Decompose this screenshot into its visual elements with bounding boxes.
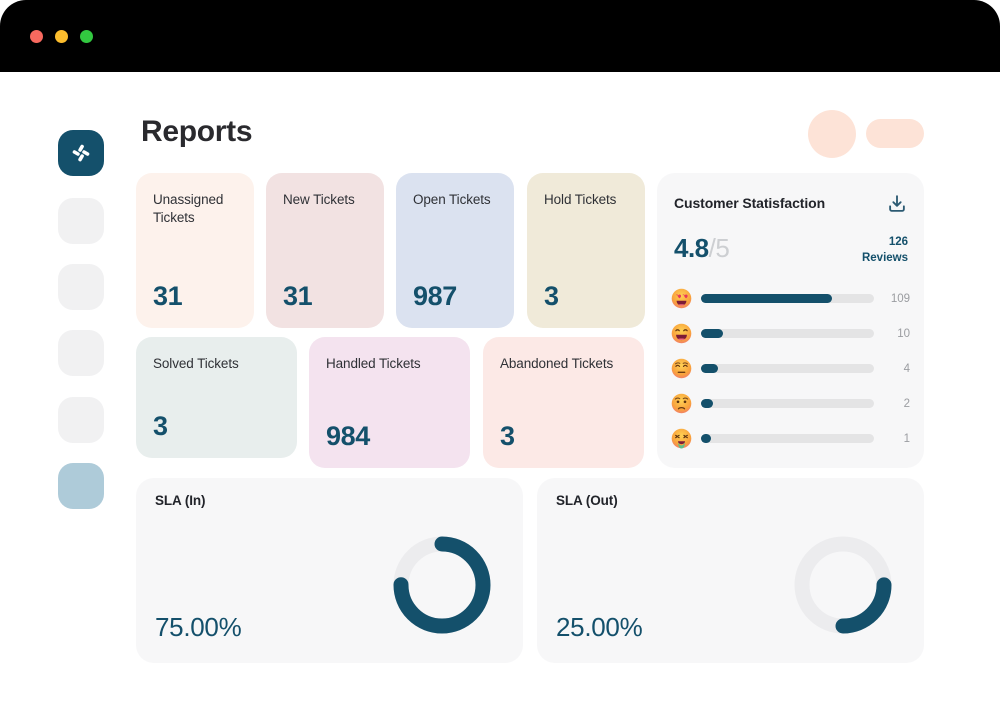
rating-bar-track — [701, 364, 874, 373]
score-denominator: /5 — [708, 233, 730, 263]
window-titlebar — [0, 0, 1000, 72]
rating-bar-track — [701, 434, 874, 443]
stat-card-label: Hold Tickets — [544, 192, 617, 207]
customer-satisfaction-panel: Customer Statisfaction 4.8/5 126 Reviews… — [657, 173, 924, 468]
sla-value: 25.00% — [556, 612, 643, 642]
download-icon[interactable] — [886, 193, 908, 215]
rating-bar-fill — [701, 364, 719, 373]
rating-bar-fill — [701, 294, 833, 303]
sidebar-item-2[interactable] — [58, 264, 104, 310]
minimize-window-button[interactable] — [55, 30, 68, 43]
stat-card-value: 984 — [326, 421, 370, 451]
sidebar-item-1[interactable] — [58, 198, 104, 244]
sidebar-item-3[interactable] — [58, 330, 104, 376]
worried-emoji — [671, 393, 692, 414]
app-window: Reports Unassigned Tickets 31 New Tickets 3… — [0, 0, 1000, 719]
rating-count: 2 — [903, 397, 910, 410]
reviews-label: Reviews — [861, 251, 908, 264]
sla-panel: SLA (In) 75.00% — [136, 478, 523, 663]
stat-card-value: 31 — [153, 281, 183, 311]
grinning-emoji — [671, 323, 692, 344]
stat-card[interactable]: Abandoned Tickets 3 — [483, 337, 644, 468]
sla-title: SLA (Out) — [556, 493, 618, 508]
reviews-count: 126 — [888, 236, 908, 248]
maximize-window-button[interactable] — [80, 30, 93, 43]
stat-card-value: 987 — [413, 281, 457, 311]
sidebar — [0, 72, 128, 719]
rating-bar-fill — [701, 329, 724, 338]
stat-card-label: Open Tickets — [413, 192, 491, 207]
avatar[interactable] — [808, 110, 856, 158]
sla-donut-chart — [794, 536, 892, 634]
app-logo-icon — [72, 144, 90, 162]
vomiting-emoji — [671, 428, 692, 449]
stat-card-label: Abandoned Tickets — [500, 356, 614, 371]
sidebar-item-5-active[interactable] — [58, 463, 104, 509]
stat-card-label: Unassigned Tickets — [153, 192, 224, 226]
stat-card-label: New Tickets — [283, 192, 355, 207]
rating-bar-track — [701, 294, 874, 303]
stat-card[interactable]: Unassigned Tickets 31 — [136, 173, 254, 328]
stat-card-value: 3 — [500, 421, 515, 451]
stat-card[interactable]: Hold Tickets 3 — [527, 173, 645, 328]
sla-panel: SLA (Out) 25.00% — [537, 478, 924, 663]
satisfaction-score: 4.8/5 — [674, 233, 730, 264]
pensive-emoji — [671, 358, 692, 379]
stat-card-value: 31 — [283, 281, 313, 311]
rating-bar-track — [701, 399, 874, 408]
stat-card-label: Handled Tickets — [326, 356, 421, 371]
rating-count: 109 — [890, 292, 910, 305]
rating-count: 4 — [903, 362, 910, 375]
stat-card-value: 3 — [544, 281, 559, 311]
rating-row: 109 — [671, 281, 910, 316]
stat-card-value: 3 — [153, 411, 168, 441]
page-title: Reports — [141, 115, 253, 148]
heart-eyes-emoji — [671, 288, 692, 309]
rating-breakdown-list: 109 10 4 2 1 — [671, 281, 910, 456]
rating-bar-track — [701, 329, 874, 338]
rating-bar-fill — [701, 434, 712, 443]
sla-title: SLA (In) — [155, 493, 206, 508]
stat-card-label: Solved Tickets — [153, 356, 239, 371]
rating-row: 2 — [671, 386, 910, 421]
sidebar-logo[interactable] — [58, 130, 104, 176]
sla-value: 75.00% — [155, 612, 242, 642]
rating-bar-fill — [701, 399, 714, 408]
score-value: 4.8 — [674, 233, 709, 263]
traffic-light-controls — [30, 30, 93, 43]
header-action-pill[interactable] — [866, 119, 924, 148]
rating-count: 1 — [903, 432, 910, 445]
stat-card[interactable]: Handled Tickets 984 — [309, 337, 470, 468]
stat-card[interactable]: Solved Tickets 3 — [136, 337, 297, 458]
stat-card[interactable]: Open Tickets 987 — [396, 173, 514, 328]
stat-card[interactable]: New Tickets 31 — [266, 173, 384, 328]
rating-count: 10 — [897, 327, 910, 340]
sla-donut-chart — [393, 536, 491, 634]
close-window-button[interactable] — [30, 30, 43, 43]
rating-row: 1 — [671, 421, 910, 456]
reviews-summary: 126 Reviews — [862, 235, 908, 266]
satisfaction-title: Customer Statisfaction — [674, 195, 826, 211]
rating-row: 10 — [671, 316, 910, 351]
rating-row: 4 — [671, 351, 910, 386]
sidebar-item-4[interactable] — [58, 397, 104, 443]
